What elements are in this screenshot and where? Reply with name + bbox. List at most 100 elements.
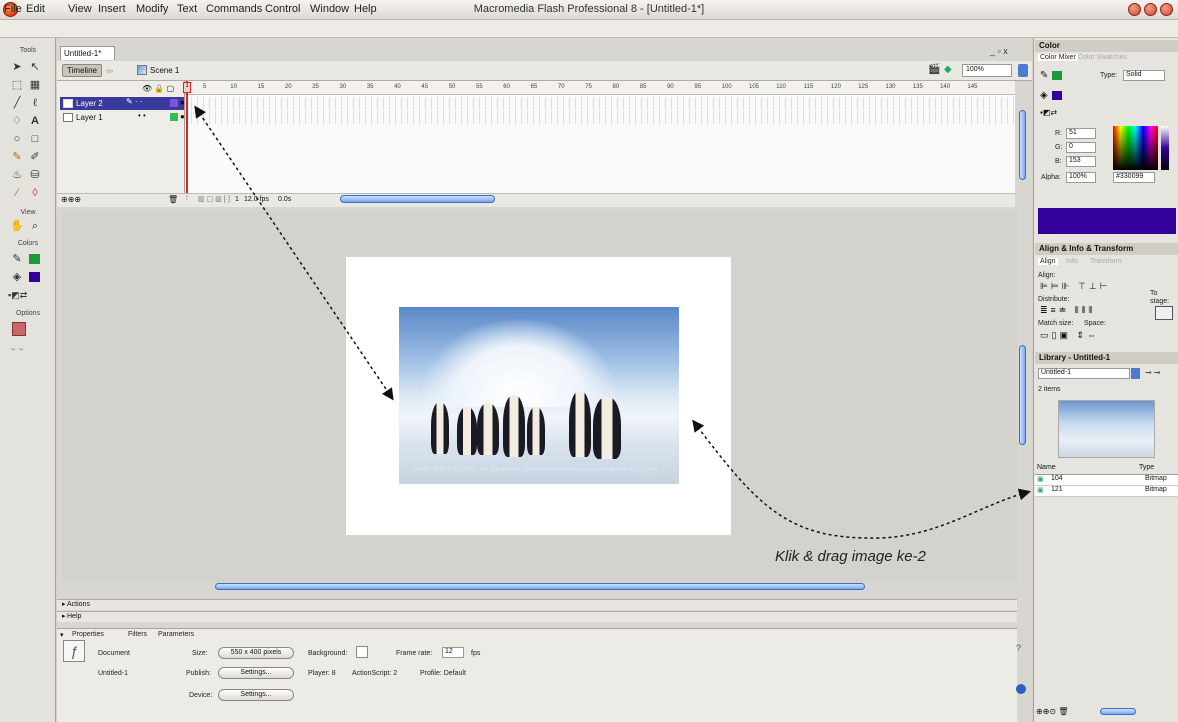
document-size-button[interactable]: 550 x 400 pixels	[218, 647, 294, 659]
align-panel-title[interactable]: Align & Info & Transform	[1039, 244, 1133, 253]
column-type[interactable]: Type	[1139, 464, 1154, 471]
tab-info[interactable]: Info	[1066, 258, 1078, 265]
layer-row-2[interactable]: Layer 2	[60, 97, 184, 110]
actions-panel-bar[interactable]: Actions	[57, 599, 1017, 610]
free-transform-tool-icon[interactable]: ⬚	[10, 78, 24, 92]
timeline-vertical-scrollbar[interactable]	[1019, 110, 1026, 180]
tab-filters[interactable]: Filters	[128, 631, 147, 638]
document-window-controls[interactable]: _ ▫ x	[990, 46, 1008, 56]
layer-visibility-lock-icons[interactable]: 👁 🔒 ▢	[142, 84, 174, 93]
tab-properties[interactable]: Properties	[72, 631, 104, 638]
menu-file[interactable]: File	[4, 3, 22, 15]
expand-arrow-icon[interactable]: ▸	[62, 600, 66, 608]
pen-tool-icon[interactable]: ♢	[10, 114, 24, 128]
stage-horizontal-scrollbar[interactable]	[215, 583, 865, 590]
layer-name[interactable]: Layer 1	[76, 113, 103, 122]
tab-color-mixer[interactable]: Color Mixer	[1038, 54, 1078, 61]
text-tool-icon[interactable]: A	[28, 114, 42, 128]
frame-rate-input[interactable]: 12	[442, 647, 464, 658]
menu-insert[interactable]: Insert	[98, 3, 126, 15]
library-footer-icons[interactable]: ⊕⊕⊙ 🗑	[1036, 707, 1069, 716]
library-panel-header[interactable]: Library - Untitled-1	[1035, 352, 1178, 364]
timeline-scrollbar[interactable]	[340, 195, 495, 203]
swap-colors-icon[interactable]: ▪◩⇄	[8, 288, 27, 302]
edit-symbols-icon[interactable]: ◆	[944, 64, 952, 75]
frame-row-layer-1[interactable]	[185, 111, 1015, 124]
menu-window[interactable]: Window	[310, 3, 349, 15]
line-tool-icon[interactable]: ╱	[10, 96, 24, 110]
delete-layer-icon[interactable]: 🗑	[168, 195, 178, 204]
snap-magnet-icon[interactable]	[12, 322, 26, 336]
timeline-toggle-button[interactable]: Timeline	[62, 64, 102, 77]
hand-tool-icon[interactable]: ✋	[10, 219, 24, 233]
minimize-button[interactable]	[1128, 3, 1141, 16]
add-layer-icons[interactable]: ⊕⊕⊕	[61, 195, 81, 204]
frame-row-layer-2[interactable]	[185, 97, 1015, 110]
distribute-icons[interactable]: ≣≡≐ ⫴⫴⫴	[1040, 305, 1095, 316]
menu-text[interactable]: Text	[177, 3, 197, 15]
alpha-input[interactable]: 100%	[1066, 172, 1096, 183]
stroke-color-icon[interactable]: ✎	[10, 252, 24, 266]
menu-commands[interactable]: Commands	[206, 3, 262, 15]
menu-control[interactable]: Control	[265, 3, 300, 15]
zoom-select[interactable]: 100%	[962, 64, 1012, 77]
fill-transform-tool-icon[interactable]: ▦	[28, 78, 42, 92]
stroke-color-swatch[interactable]	[29, 254, 40, 264]
device-settings-button[interactable]: Settings...	[218, 689, 294, 701]
pin-library-icons[interactable]: ⊸ ⊸	[1145, 368, 1161, 377]
swap-default-icons[interactable]: ▪◩⇄	[1040, 108, 1057, 117]
playhead[interactable]	[186, 81, 188, 193]
expand-properties-icon[interactable]	[1016, 684, 1026, 694]
current-frame-marker[interactable]: 1	[183, 82, 191, 93]
eyedropper-tool-icon[interactable]: ⁄	[10, 186, 24, 200]
center-frame-icon[interactable]: ⁞	[186, 195, 188, 202]
align-icons[interactable]: ⊫⊨⊪ ⊤⊥⊢	[1040, 281, 1111, 292]
align-panel-header[interactable]: Align & Info & Transform	[1035, 243, 1178, 255]
tab-transform[interactable]: Transform	[1090, 258, 1122, 265]
help-panel-title[interactable]: Help	[67, 613, 81, 620]
penguin-bitmap[interactable]	[399, 307, 679, 484]
subselect-tool-icon[interactable]: ↖	[28, 60, 42, 74]
layer-row-1[interactable]: Layer 1	[60, 111, 184, 124]
layer-2-outline-color[interactable]	[170, 99, 178, 107]
library-scrollbar[interactable]	[1100, 708, 1136, 715]
red-input[interactable]: 51	[1066, 128, 1096, 139]
fill-color-swatch[interactable]	[29, 272, 40, 282]
publish-settings-button[interactable]: Settings...	[218, 667, 294, 679]
brush-tool-icon[interactable]: ✐	[28, 150, 42, 164]
expand-arrow-icon[interactable]: ▸	[62, 612, 66, 620]
fill-swatch[interactable]	[1052, 91, 1062, 100]
ink-bottle-tool-icon[interactable]: ♨	[10, 168, 24, 182]
menu-modify[interactable]: Modify	[136, 3, 168, 15]
stroke-swatch[interactable]	[1052, 71, 1062, 80]
eraser-tool-icon[interactable]: ◊	[28, 186, 42, 200]
actions-panel-title[interactable]: Actions	[67, 601, 90, 608]
arrow-tool-icon[interactable]: ➤	[10, 60, 24, 74]
tab-parameters[interactable]: Parameters	[158, 631, 194, 638]
document-tab[interactable]: Untitled-1*	[60, 46, 115, 60]
library-row[interactable]: ▣ 104 Bitmap	[1035, 475, 1178, 486]
paint-bucket-tool-icon[interactable]: ⛁	[28, 168, 42, 182]
layer-name[interactable]: Layer 2	[76, 99, 103, 108]
close-button[interactable]	[1160, 3, 1173, 16]
zoom-dropdown-arrow[interactable]	[1018, 64, 1028, 77]
lasso-tool-icon[interactable]: ℓ	[28, 96, 42, 110]
column-name[interactable]: Name	[1037, 464, 1056, 471]
item-name[interactable]: 121	[1051, 486, 1063, 493]
menu-view[interactable]: View	[68, 3, 92, 15]
library-select-arrow[interactable]	[1131, 368, 1140, 379]
color-panel-header[interactable]: Color	[1035, 40, 1178, 52]
layer-1-outline-color[interactable]	[170, 113, 178, 121]
pencil-tool-icon[interactable]: ✎	[10, 150, 24, 164]
help-circle-icon[interactable]: ?	[1016, 643, 1021, 653]
background-color-swatch[interactable]	[356, 646, 368, 658]
match-size-icons[interactable]: ▭▯▣ ⇕⇔	[1040, 330, 1099, 341]
onion-skin-icons[interactable]: ▥ ▢ ▥ [·]	[198, 195, 230, 203]
library-row[interactable]: ▣ 121 Bitmap	[1035, 486, 1178, 497]
hex-input[interactable]: #330099	[1113, 172, 1155, 183]
menu-edit[interactable]: Edit	[26, 3, 45, 15]
color-panel-title[interactable]: Color	[1039, 41, 1060, 50]
stage-vertical-scrollbar[interactable]	[1019, 345, 1026, 445]
brightness-slider[interactable]	[1161, 126, 1169, 170]
collapse-arrow-icon[interactable]: ▾	[60, 631, 64, 639]
